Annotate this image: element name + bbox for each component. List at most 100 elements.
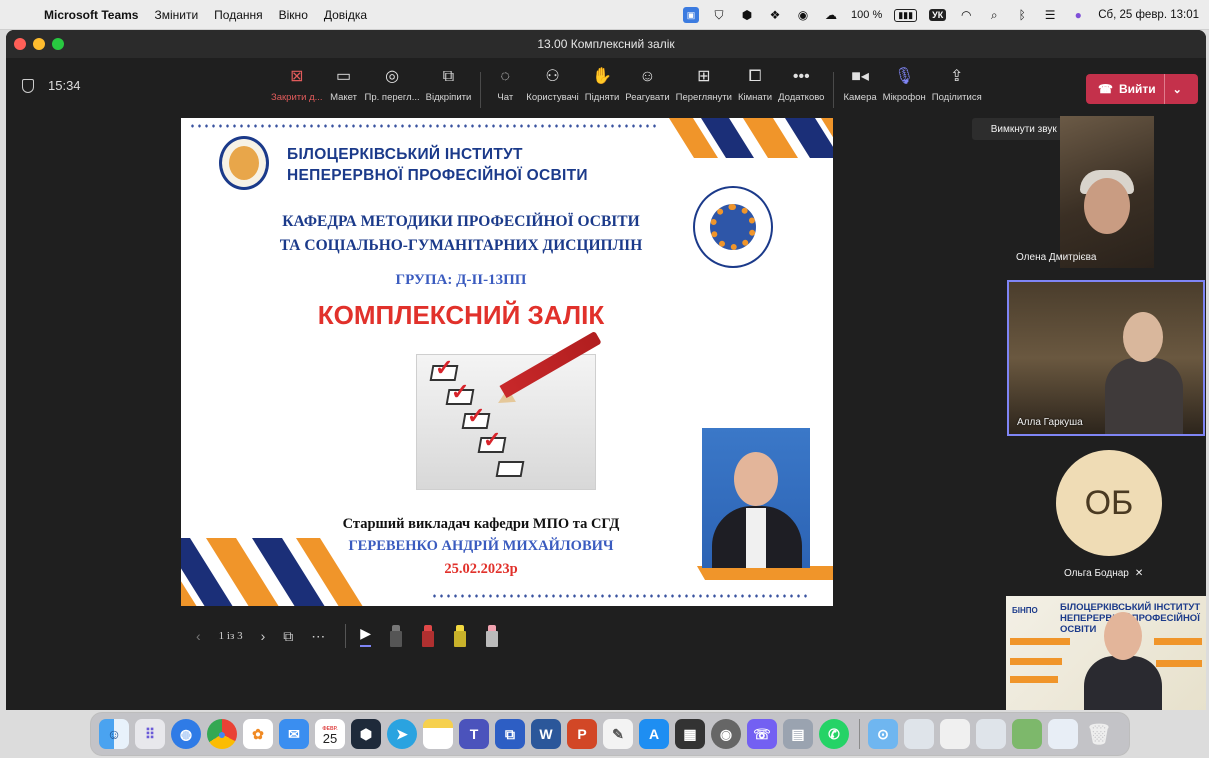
dock-divider <box>859 719 860 749</box>
calendar-icon[interactable]: ФЕВР. 25 <box>315 719 345 749</box>
teams-dock-icon[interactable]: T <box>459 719 489 749</box>
notion-app-icon[interactable]: ⬢ <box>351 719 381 749</box>
highlighter-icon[interactable] <box>453 625 467 647</box>
photos-icon[interactable]: ✿ <box>243 719 273 749</box>
slide-grid-icon[interactable]: ⧉ <box>283 628 293 645</box>
participant-tile[interactable] <box>1060 116 1154 268</box>
control-center-icon[interactable]: ☰ <box>1042 7 1058 23</box>
screen-share-status-icon[interactable]: ▣ <box>683 7 700 23</box>
disk-utility-icon[interactable]: ◉ <box>711 719 741 749</box>
menubar-clock[interactable]: Сб, 25 февр. 13:01 <box>1098 9 1199 21</box>
calculator-icon[interactable]: ▦ <box>675 719 705 749</box>
meeting-timer: 15:34 <box>22 78 81 93</box>
battery-icon[interactable]: ▮▮▮ <box>894 8 918 22</box>
minimize-window-button[interactable] <box>33 38 45 50</box>
close-window-button[interactable] <box>14 38 26 50</box>
previous-slide-icon[interactable]: ‹ <box>196 628 201 644</box>
rooms-button[interactable]: ⧠ Кімнати <box>738 66 772 103</box>
whatsapp-icon[interactable]: ✆ <box>819 719 849 749</box>
institute-name: БІЛОЦЕРКІВСЬКИЙ ІНСТИТУТ НЕПЕРЕРВНОЇ ПРО… <box>287 144 588 186</box>
more-options-icon[interactable]: ⋯ <box>311 628 325 645</box>
view-button[interactable]: ⊞ Переглянути <box>676 66 732 103</box>
popout-button[interactable]: ⧉ Відкріпити <box>426 66 472 103</box>
bluetooth-icon[interactable]: ᛒ <box>1014 7 1030 23</box>
popout-icon: ⧉ <box>442 68 455 85</box>
avatar[interactable]: ОБ <box>1056 450 1162 556</box>
mail-icon[interactable]: ✉ <box>279 719 309 749</box>
wifi-icon[interactable]: ◠ <box>958 7 974 23</box>
share-button[interactable]: ⇪ Поділитися <box>932 66 982 103</box>
launchpad-icon[interactable]: ⠿ <box>135 719 165 749</box>
view-icon: ◎ <box>385 68 400 85</box>
telegram-icon[interactable]: ➤ <box>387 719 417 749</box>
minimized-window-icon[interactable] <box>1048 719 1078 749</box>
cloud-icon[interactable]: ☁ <box>823 7 839 23</box>
vpn-shield-icon[interactable]: ⛉ <box>711 7 727 23</box>
department-name: КАФЕДРА МЕТОДИКИ ПРОФЕСІЙНОЇ ОСВІТИ ТА С… <box>261 210 661 258</box>
self-view-logo: БІНПО <box>1012 606 1038 615</box>
chevron-down-icon[interactable]: ⌄ <box>1173 83 1182 96</box>
menu-edit[interactable]: Змінити <box>154 8 198 22</box>
camera-button[interactable]: ■◂ Камера <box>843 66 876 103</box>
self-view-tile[interactable]: БІНПО БІЛОЦЕРКІВСЬКИЙ ІНСТИТУТ НЕПЕРЕРВН… <box>1006 596 1206 710</box>
trash-icon[interactable]: 🗑︎ <box>1084 719 1114 749</box>
avatar-initials: ОБ <box>1084 483 1134 522</box>
meeting-info-shield-icon[interactable] <box>22 78 34 93</box>
word-icon[interactable]: W <box>531 719 561 749</box>
chrome-icon[interactable]: ● <box>207 719 237 749</box>
participant-tile-active[interactable]: Алла Гаркуша <box>1007 280 1205 436</box>
institute-name-line2: НЕПЕРЕРВНОЇ ПРОФЕСІЙНОЇ ОСВІТИ <box>287 167 588 184</box>
laser-pointer-icon[interactable]: ▶ <box>360 625 372 647</box>
window-controls <box>14 38 64 50</box>
macos-dock: ☺ ⠿ ◍ ● ✿ ✉ ФЕВР. 25 ⬢ ➤ T ⧉ W P ✎ A ▦ ◉… <box>90 712 1130 756</box>
next-slide-icon[interactable]: › <box>261 628 266 644</box>
mic-icon: 🎙︎ <box>894 68 915 85</box>
minimized-window-icon[interactable] <box>976 719 1006 749</box>
finder-icon[interactable]: ☺ <box>99 719 129 749</box>
menu-app-name[interactable]: Microsoft Teams <box>44 8 138 22</box>
eraser-icon[interactable] <box>485 625 499 647</box>
leave-label: Вийти <box>1118 82 1156 96</box>
more-button[interactable]: ••• Додатково <box>778 66 824 103</box>
battery-percent: 100 % <box>851 9 883 21</box>
downloads-folder-icon[interactable]: ⊙ <box>868 719 898 749</box>
presenter-view-button[interactable]: ◎ Пр. перегл... <box>365 66 420 103</box>
menu-help[interactable]: Довідка <box>324 8 367 22</box>
background-banner <box>1156 660 1202 667</box>
menu-window[interactable]: Вікно <box>279 8 308 22</box>
siri-icon[interactable]: ● <box>1070 7 1086 23</box>
stop-sharing-button[interactable]: ⊠ Закрити д... <box>271 66 323 103</box>
spotlight-search-icon[interactable]: ⌕ <box>986 7 1002 23</box>
preview-icon[interactable]: ▤ <box>783 719 813 749</box>
fullscreen-window-button[interactable] <box>52 38 64 50</box>
viber-icon[interactable]: ☏ <box>747 719 777 749</box>
minimized-window-icon[interactable] <box>940 719 970 749</box>
institute-name-line1: БІЛОЦЕРКІВСЬКИЙ ІНСТИТУТ <box>287 146 523 163</box>
safari-icon[interactable]: ◍ <box>171 719 201 749</box>
textedit-icon[interactable]: ✎ <box>603 719 633 749</box>
participants-button[interactable]: ⚇ Користувачі <box>526 66 578 103</box>
raise-hand-button[interactable]: ✋ Підняти <box>585 66 620 103</box>
app-status-icon[interactable]: ⬢ <box>739 7 755 23</box>
minimized-window-icon[interactable] <box>904 719 934 749</box>
background-banner <box>1010 676 1058 683</box>
department-seal-logo <box>693 186 773 268</box>
chat-status-icon[interactable]: ◉ <box>795 7 811 23</box>
menu-view[interactable]: Подання <box>214 8 262 22</box>
dropbox-icon[interactable]: ❖ <box>767 7 783 23</box>
app-store-icon[interactable]: A <box>639 719 669 749</box>
leave-button[interactable]: ☎ Вийти ⌄ <box>1086 74 1198 104</box>
chat-button[interactable]: ◌ Чат <box>490 66 520 103</box>
black-pen-icon[interactable] <box>389 625 403 647</box>
keyboard-layout-indicator[interactable]: УК <box>929 9 947 21</box>
mic-button[interactable]: 🎙︎ Мікрофон <box>883 66 926 103</box>
teams-chat-icon[interactable]: ⧉ <box>495 719 525 749</box>
red-pen-icon[interactable] <box>421 625 435 647</box>
notes-icon[interactable] <box>423 719 453 749</box>
react-button[interactable]: ☺ Реагувати <box>625 66 669 103</box>
controls-divider <box>345 624 347 648</box>
presenter-view-label: Пр. перегл... <box>364 92 420 103</box>
layout-button[interactable]: ▭ Макет <box>329 66 359 103</box>
powerpoint-icon[interactable]: P <box>567 719 597 749</box>
minimized-window-icon[interactable] <box>1012 719 1042 749</box>
